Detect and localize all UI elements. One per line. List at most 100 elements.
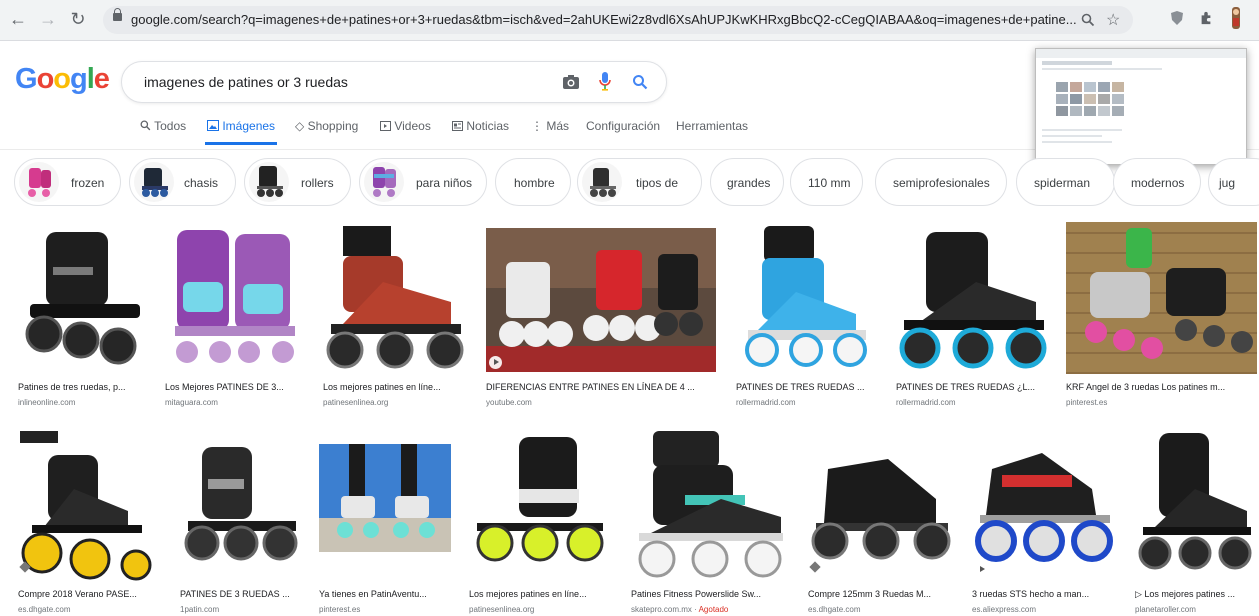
result-title[interactable]: Ya tienes en PatinAventu... (319, 589, 451, 599)
result-image[interactable] (808, 429, 954, 581)
result-title[interactable]: Patines Fitness Powerslide Sw... (631, 589, 789, 599)
image-result[interactable]: DIFERENCIAS ENTRE PATINES EN LÍNEA DE 4 … (486, 228, 716, 412)
chip-frozen[interactable]: frozen (14, 158, 121, 206)
result-title[interactable]: Compre 2018 Verano PASE... (18, 589, 160, 599)
result-image[interactable] (323, 222, 468, 374)
chip-jug[interactable]: jug (1208, 158, 1259, 206)
result-source[interactable]: pinterest.es (1066, 398, 1257, 407)
result-source[interactable]: rollermadrid.com (736, 398, 876, 407)
image-result[interactable]: Patines Fitness Powerslide Sw... skatepr… (631, 429, 789, 616)
chip-110-mm[interactable]: 110 mm (790, 158, 863, 206)
chip-grandes[interactable]: grandes (710, 158, 784, 206)
chip-modernos[interactable]: modernos (1113, 158, 1201, 206)
image-result[interactable]: PATINES DE 3 RUEDAS ... 1patin.com (180, 429, 302, 616)
result-source[interactable]: es.dhgate.com (808, 605, 954, 614)
zoom-icon[interactable] (1081, 13, 1095, 27)
shield-extension-icon[interactable] (1170, 10, 1184, 26)
chip-thumbnail (19, 162, 59, 202)
result-title[interactable]: Los Mejores PATINES DE 3... (165, 382, 305, 392)
result-title[interactable]: DIFERENCIAS ENTRE PATINES EN LÍNEA DE 4 … (486, 382, 716, 392)
result-source[interactable]: inlineonline.com (18, 398, 148, 407)
result-source[interactable]: patinesenlinea.org (469, 605, 611, 614)
result-title[interactable]: Patines de tres ruedas, p... (18, 382, 148, 392)
result-image[interactable] (736, 222, 876, 374)
result-image[interactable] (18, 429, 160, 581)
chip-chasis[interactable]: chasis (129, 158, 236, 206)
back-arrow-icon[interactable]: ← (8, 9, 28, 30)
image-result[interactable]: Ya tienes en PatinAventu... pinterest.es (319, 444, 451, 616)
result-title[interactable]: PATINES DE TRES RUEDAS ¿L... (896, 382, 1051, 392)
chip-tipos-de[interactable]: tipos de (577, 158, 702, 206)
image-result[interactable]: PATINES DE TRES RUEDAS ... rollermadrid.… (736, 222, 876, 412)
result-source[interactable]: mitaguara.com (165, 398, 305, 407)
result-title[interactable]: PATINES DE TRES RUEDAS ... (736, 382, 876, 392)
result-image[interactable] (18, 222, 148, 374)
result-source[interactable]: pinterest.es (319, 605, 451, 614)
tab-configuracion[interactable]: Configuración (586, 119, 660, 133)
forward-arrow-icon[interactable]: → (38, 9, 58, 30)
result-source[interactable]: 1patin.com (180, 605, 302, 614)
search-icon[interactable] (632, 74, 648, 90)
result-source[interactable]: es.dhgate.com (18, 605, 160, 614)
result-image[interactable] (180, 429, 302, 581)
result-title[interactable]: KRF Angel de 3 ruedas Los patines m... (1066, 382, 1257, 392)
image-result[interactable]: ▷ Los mejores patines ... planetaroller.… (1135, 429, 1257, 616)
image-result[interactable]: Los mejores patines en líne... patinesen… (323, 222, 468, 412)
tab-shopping[interactable]: ◇ Shopping (295, 119, 358, 133)
result-image[interactable] (1066, 222, 1257, 374)
tab-videos[interactable]: Videos (380, 119, 431, 133)
chip-hombre[interactable]: hombre (495, 158, 571, 206)
image-result[interactable]: Patines de tres ruedas, p... inlineonlin… (18, 222, 148, 412)
result-source[interactable]: skatepro.com.mx · Agotado (631, 605, 789, 614)
image-result[interactable]: KRF Angel de 3 ruedas Los patines m... p… (1066, 222, 1257, 412)
image-result[interactable]: Compre 125mm 3 Ruedas M... es.dhgate.com (808, 429, 954, 616)
result-image[interactable] (631, 429, 789, 581)
address-url[interactable]: google.com/search?q=imagenes+de+patines+… (131, 12, 1081, 27)
result-image[interactable] (469, 429, 611, 581)
image-result[interactable]: Los Mejores PATINES DE 3... mitaguara.co… (165, 222, 305, 412)
profile-avatar-icon[interactable] (1229, 6, 1243, 30)
result-image[interactable] (1135, 429, 1257, 581)
chip-semiprofesionales[interactable]: semiprofesionales (875, 158, 1007, 206)
image-result[interactable]: 3 ruedas STS hecho a man... es.aliexpres… (972, 429, 1117, 616)
search-input[interactable]: imagenes de patines or 3 ruedas (144, 74, 348, 90)
result-source[interactable]: patinesenlinea.org (323, 398, 468, 407)
result-source[interactable]: planetaroller.com (1135, 605, 1257, 614)
search-box[interactable]: imagenes de patines or 3 ruedas (121, 61, 667, 103)
image-icon (207, 120, 219, 131)
result-image[interactable] (165, 222, 305, 374)
image-result[interactable]: Los mejores patines en líne... patinesen… (469, 429, 611, 616)
bookmark-star-icon[interactable]: ☆ (1106, 10, 1120, 30)
google-logo[interactable]: Google (15, 63, 110, 96)
result-image[interactable] (486, 228, 716, 372)
chip-rollers[interactable]: rollers (244, 158, 351, 206)
result-image[interactable] (896, 222, 1051, 374)
tab-herramientas[interactable]: Herramientas (676, 119, 748, 133)
extensions-puzzle-icon[interactable] (1199, 10, 1213, 26)
reload-icon[interactable]: ↻ (68, 9, 88, 30)
chip-spiderman[interactable]: spiderman (1016, 158, 1115, 206)
result-title[interactable]: Los mejores patines en líne... (469, 589, 611, 599)
result-title[interactable]: Compre 125mm 3 Ruedas M... (808, 589, 954, 599)
image-result[interactable]: PATINES DE TRES RUEDAS ¿L... rollermadri… (896, 222, 1051, 412)
screen-preview-thumbnail[interactable] (1035, 48, 1247, 165)
chip-para-ninos[interactable]: para niños (359, 158, 487, 206)
image-result[interactable]: Compre 2018 Verano PASE... es.dhgate.com (18, 429, 160, 616)
result-title[interactable]: Los mejores patines en líne... (323, 382, 468, 392)
result-title[interactable]: PATINES DE 3 RUEDAS ... (180, 589, 302, 599)
result-image[interactable] (972, 429, 1117, 581)
result-source[interactable]: rollermadrid.com (896, 398, 1051, 407)
result-title[interactable]: 3 ruedas STS hecho a man... (972, 589, 1117, 599)
address-bar[interactable]: google.com/search?q=imagenes+de+patines+… (103, 6, 1133, 34)
tab-imagenes[interactable]: Imágenes (204, 119, 278, 145)
tag-icon: ◇ (295, 119, 305, 133)
result-source[interactable]: es.aliexpress.com (972, 605, 1117, 614)
result-source[interactable]: youtube.com (486, 398, 716, 407)
tab-mas[interactable]: ⋮ Más (531, 119, 569, 133)
camera-icon[interactable] (562, 74, 580, 90)
result-image[interactable] (319, 444, 451, 552)
tab-noticias[interactable]: Noticias (452, 119, 509, 133)
result-title[interactable]: ▷ Los mejores patines ... (1135, 589, 1257, 600)
tab-todos[interactable]: Todos (140, 119, 186, 133)
microphone-icon[interactable] (599, 71, 611, 93)
